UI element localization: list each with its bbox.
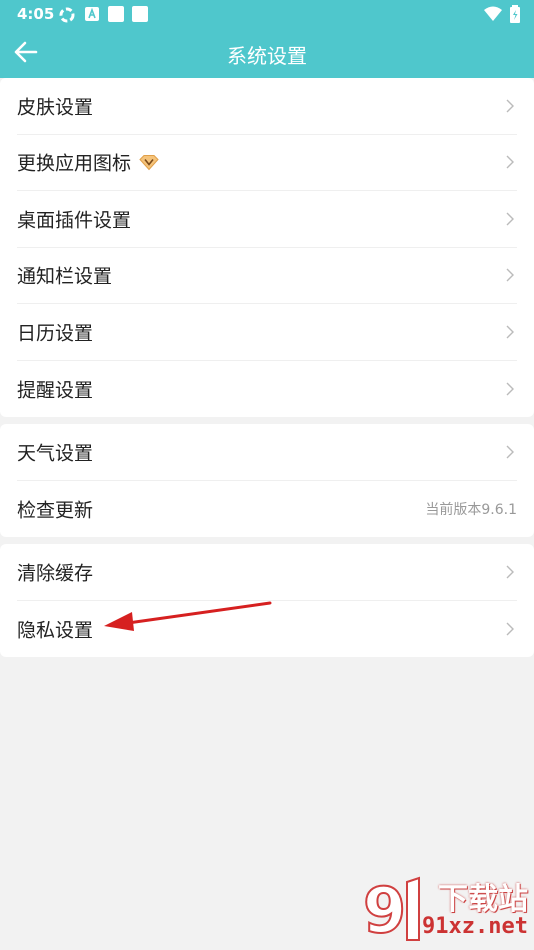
chevron-right-icon <box>506 212 514 226</box>
chevron-right-icon <box>506 382 514 396</box>
title-bar: 系统设置 <box>0 30 534 76</box>
notification-bar-settings-item[interactable]: 通知栏设置 <box>17 248 517 304</box>
chevron-right-icon <box>506 325 514 339</box>
desktop-widget-settings-item[interactable]: 桌面插件设置 <box>17 191 517 248</box>
change-app-icon-item[interactable]: 更换应用图标 <box>17 135 517 191</box>
settings-group-general: 皮肤设置 更换应用图标 桌面插件设置 通知栏设置 日历设置 提醒设置 <box>0 78 534 417</box>
item-label: 通知栏设置 <box>17 265 113 288</box>
reminder-settings-item[interactable]: 提醒设置 <box>17 361 517 418</box>
privacy-settings-item[interactable]: 隐私设置 <box>17 601 517 658</box>
notification-square-icon <box>132 6 148 26</box>
chevron-right-icon <box>506 445 514 459</box>
item-label: 皮肤设置 <box>17 96 94 119</box>
status-bar: 4:05 <box>0 0 534 28</box>
clear-cache-item[interactable]: 清除缓存 <box>17 544 517 601</box>
item-label: 日历设置 <box>17 322 94 345</box>
chevron-right-icon <box>506 155 514 169</box>
watermark-logo: 9 下载站 91xz.net <box>359 870 534 950</box>
battery-icon <box>510 5 520 27</box>
weather-settings-item[interactable]: 天气设置 <box>17 424 517 481</box>
item-label: 天气设置 <box>17 442 94 465</box>
app-header: 4:05 系统设置 <box>0 0 534 78</box>
chevron-right-icon <box>506 622 514 636</box>
item-label: 隐私设置 <box>17 619 94 642</box>
sync-icon <box>58 6 76 28</box>
chevron-right-icon <box>506 99 514 113</box>
item-label: 检查更新 <box>17 499 94 522</box>
watermark-brand: 下载站 <box>438 882 528 917</box>
item-label: 清除缓存 <box>17 562 94 585</box>
item-label: 提醒设置 <box>17 379 94 402</box>
watermark-91-icon: 9 <box>363 874 420 944</box>
app-a-icon <box>84 6 100 26</box>
wifi-icon <box>484 6 502 26</box>
item-label: 桌面插件设置 <box>17 209 132 232</box>
chevron-right-icon <box>506 565 514 579</box>
page-title: 系统设置 <box>227 44 307 68</box>
vip-diamond-icon <box>139 154 159 170</box>
watermark-domain: 91xz.net <box>422 914 528 939</box>
version-text: 当前版本9.6.1 <box>425 501 517 518</box>
check-update-item[interactable]: 检查更新 当前版本9.6.1 <box>17 481 517 538</box>
chevron-right-icon <box>506 268 514 282</box>
settings-group-weather-update: 天气设置 检查更新 当前版本9.6.1 <box>0 424 534 537</box>
notification-square-icon <box>108 6 124 26</box>
skin-settings-item[interactable]: 皮肤设置 <box>17 78 517 135</box>
item-label: 更换应用图标 <box>17 152 132 175</box>
settings-group-privacy: 清除缓存 隐私设置 <box>0 544 534 657</box>
status-time: 4:05 <box>17 5 55 23</box>
calendar-settings-item[interactable]: 日历设置 <box>17 304 517 361</box>
svg-text:9: 9 <box>363 874 406 944</box>
